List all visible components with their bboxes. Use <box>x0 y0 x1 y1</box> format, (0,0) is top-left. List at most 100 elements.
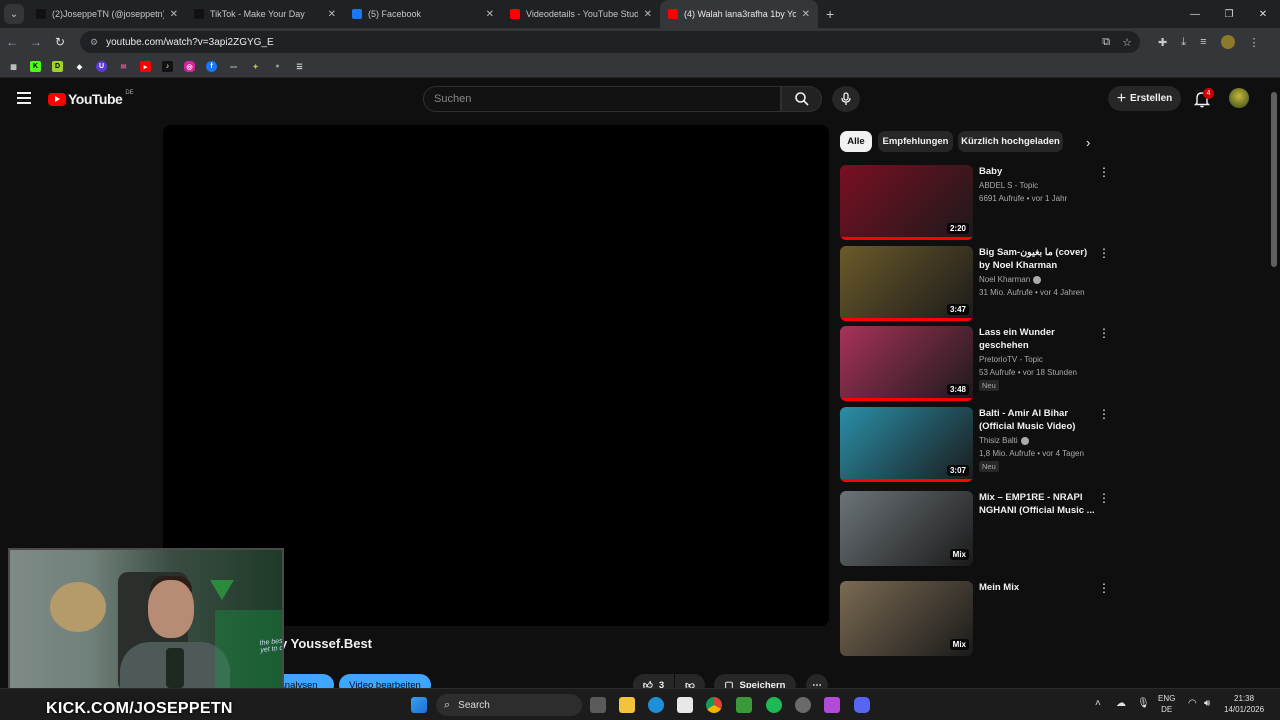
youtube-logo[interactable]: YouTube DE <box>48 90 134 107</box>
recommendation-item[interactable]: Mix Mein Mix ⋮ <box>840 581 1112 659</box>
menu-icon[interactable] <box>17 92 31 104</box>
bookmark-pink-icon[interactable]: ✉ <box>118 61 129 72</box>
new-tab-button[interactable]: + <box>826 6 834 22</box>
bookmark-purple-icon[interactable]: U <box>96 61 107 72</box>
address-bar[interactable]: ⚙ youtube.com/watch?v=3api2ZGYG_E ⧉ ☆ <box>80 31 1140 53</box>
channel-name[interactable]: ABDEL S - Topic <box>979 179 1038 192</box>
tray-mic-icon[interactable]: 🎙︎ <box>1137 698 1150 709</box>
chrome-icon[interactable] <box>706 697 722 713</box>
more-options-icon[interactable]: ⋮ <box>1098 492 1110 504</box>
recommendation-item[interactable]: 3:07 Balti - Amir Al Bihar (Official Musi… <box>840 407 1112 485</box>
task-view-icon[interactable] <box>590 697 606 713</box>
video-title[interactable]: Lass ein Wunder geschehen <box>979 326 1097 352</box>
bookmark-kick-icon[interactable]: K <box>30 61 41 72</box>
tab-close-icon[interactable]: ✕ <box>170 9 178 20</box>
tray-chevron-icon[interactable]: ˄ <box>1095 698 1101 709</box>
forward-icon[interactable]: → <box>24 35 48 49</box>
bookmark-tiktok-icon[interactable]: ♪ <box>162 61 173 72</box>
video-title[interactable]: Mein Mix <box>979 581 1097 594</box>
recommendation-item[interactable]: 2:20 Baby ABDEL S - Topic 6691 Aufrufe • vo… <box>840 165 1112 243</box>
downloads-icon[interactable]: ⤓ <box>1181 36 1186 49</box>
back-icon[interactable]: ← <box>0 35 24 49</box>
language-indicator[interactable]: ENG DE <box>1158 693 1175 715</box>
filter-chip[interactable]: Empfehlungen <box>878 131 953 152</box>
create-button[interactable]: + Erstellen <box>1108 86 1181 111</box>
volume-icon[interactable]: 🔊︎ <box>1204 698 1210 709</box>
tab-close-icon[interactable]: ✕ <box>486 9 494 20</box>
spotify-icon[interactable] <box>766 697 782 713</box>
search-button[interactable] <box>781 86 822 112</box>
recommendation-item[interactable]: Mix Mix – EMP1RE - NRAPI NGHANI (Official… <box>840 491 1112 569</box>
bookmark-diamond-icon[interactable]: ◆ <box>74 61 85 72</box>
more-options-icon[interactable]: ⋮ <box>1098 582 1110 594</box>
recommendation-item[interactable]: 3:48 Lass ein Wunder geschehen PretorioTV … <box>840 326 1112 404</box>
media-control-icon[interactable]: ≡ <box>1200 36 1206 48</box>
wifi-icon[interactable]: ◠ <box>1188 698 1197 709</box>
taskbar-search[interactable]: ⌕ Search <box>436 694 582 716</box>
browser-tab[interactable]: (4) Walah lana3rafha 1by Yousse ✕ <box>660 0 818 28</box>
filter-chip[interactable]: Kürzlich hochgeladen <box>958 131 1063 152</box>
bookmark-youtube-icon[interactable]: ▸ <box>140 61 151 72</box>
video-thumbnail[interactable]: 3:48 <box>840 326 973 401</box>
channel-name[interactable]: Thisiz Balti <box>979 434 1029 447</box>
browser-tab[interactable]: Videodetails - YouTube Studio ✕ <box>502 0 660 28</box>
browser-menu-icon[interactable]: ⋮ <box>1249 36 1260 49</box>
channel-name[interactable]: Noel Kharman <box>979 273 1042 286</box>
video-thumbnail[interactable]: 3:07 <box>840 407 973 482</box>
settings-icon[interactable] <box>795 697 811 713</box>
browser-tab[interactable]: (5) Facebook ✕ <box>344 0 502 28</box>
more-options-icon[interactable]: ⋮ <box>1098 166 1110 178</box>
bookmark-doc-icon[interactable]: ☰ <box>294 61 305 72</box>
tab-close-icon[interactable]: ✕ <box>802 9 810 20</box>
account-avatar[interactable] <box>1229 88 1249 108</box>
profile-avatar[interactable] <box>1220 35 1235 49</box>
browser-tab[interactable]: TikTok - Make Your Day ✕ <box>186 0 344 28</box>
bookmark-gray-icon[interactable]: ▬ <box>228 61 239 72</box>
filter-chip[interactable]: Alle <box>840 131 872 152</box>
install-app-icon[interactable]: ⧉ <box>1102 36 1110 49</box>
bookmark-circle-icon[interactable]: ● <box>272 61 283 72</box>
file-explorer-icon[interactable] <box>619 697 635 713</box>
bookmark-star-icon[interactable]: ☆ <box>1122 36 1132 49</box>
minimize-button[interactable]: — <box>1178 0 1212 28</box>
maximize-button[interactable]: ❐ <box>1212 0 1246 28</box>
video-thumbnail[interactable]: 3:47 <box>840 246 973 321</box>
channel-name[interactable]: PretorioTV - Topic <box>979 353 1043 366</box>
tray-cloud-icon[interactable]: ☁ <box>1116 698 1126 709</box>
bookmark-yellow-icon[interactable]: ✦ <box>250 61 261 72</box>
chevron-right-icon[interactable]: › <box>1086 135 1090 150</box>
video-title[interactable]: Balti - Amir Al Bihar (Official Music Vi… <box>979 407 1097 433</box>
video-thumbnail[interactable]: Mix <box>840 581 973 656</box>
video-title[interactable]: Mix – EMP1RE - NRAPI NGHANI (Official Mu… <box>979 491 1097 517</box>
tab-close-icon[interactable]: ✕ <box>644 9 652 20</box>
clock[interactable]: 21:38 14/01/2026 <box>1224 693 1264 715</box>
site-info-icon[interactable]: ⚙ <box>90 37 98 48</box>
tab-close-icon[interactable]: ✕ <box>328 9 336 20</box>
bookmark-d-icon[interactable]: D <box>52 61 63 72</box>
page-scrollbar[interactable] <box>1271 92 1277 267</box>
extensions-icon[interactable]: ✚ <box>1158 36 1167 49</box>
browser-tab[interactable]: (2)JoseppeTN (@joseppetn) | Ti ✕ <box>28 0 186 28</box>
close-window-button[interactable]: ✕ <box>1246 0 1280 28</box>
xbox-icon[interactable] <box>736 697 752 713</box>
video-thumbnail[interactable]: Mix <box>840 491 973 566</box>
more-options-icon[interactable]: ⋮ <box>1098 408 1110 420</box>
more-options-icon[interactable]: ⋮ <box>1098 247 1110 259</box>
tab-search-button[interactable]: ⌄ <box>4 4 24 24</box>
bookmark-facebook-icon[interactable]: f <box>206 61 217 72</box>
voice-search-button[interactable] <box>832 86 860 112</box>
store-icon[interactable] <box>677 697 693 713</box>
apps-grid-icon[interactable]: ▦ <box>8 61 19 72</box>
video-title[interactable]: Baby <box>979 165 1097 178</box>
windows-start-icon[interactable] <box>411 697 427 713</box>
bookmark-instagram-icon[interactable]: ◎ <box>184 61 195 72</box>
more-options-icon[interactable]: ⋮ <box>1098 327 1110 339</box>
streaming-app-icon[interactable] <box>824 697 840 713</box>
video-title[interactable]: Big Sam-ما بغيون (cover) by Noel Kharman <box>979 246 1097 272</box>
video-thumbnail[interactable]: 2:20 <box>840 165 973 240</box>
search-input[interactable]: Suchen <box>423 86 781 112</box>
reload-icon[interactable]: ↻ <box>48 35 72 49</box>
recommendation-item[interactable]: 3:47 Big Sam-ما بغيون (cover) by Noel Kha… <box>840 246 1112 324</box>
discord-icon[interactable] <box>854 697 870 713</box>
edge-icon[interactable] <box>648 697 664 713</box>
